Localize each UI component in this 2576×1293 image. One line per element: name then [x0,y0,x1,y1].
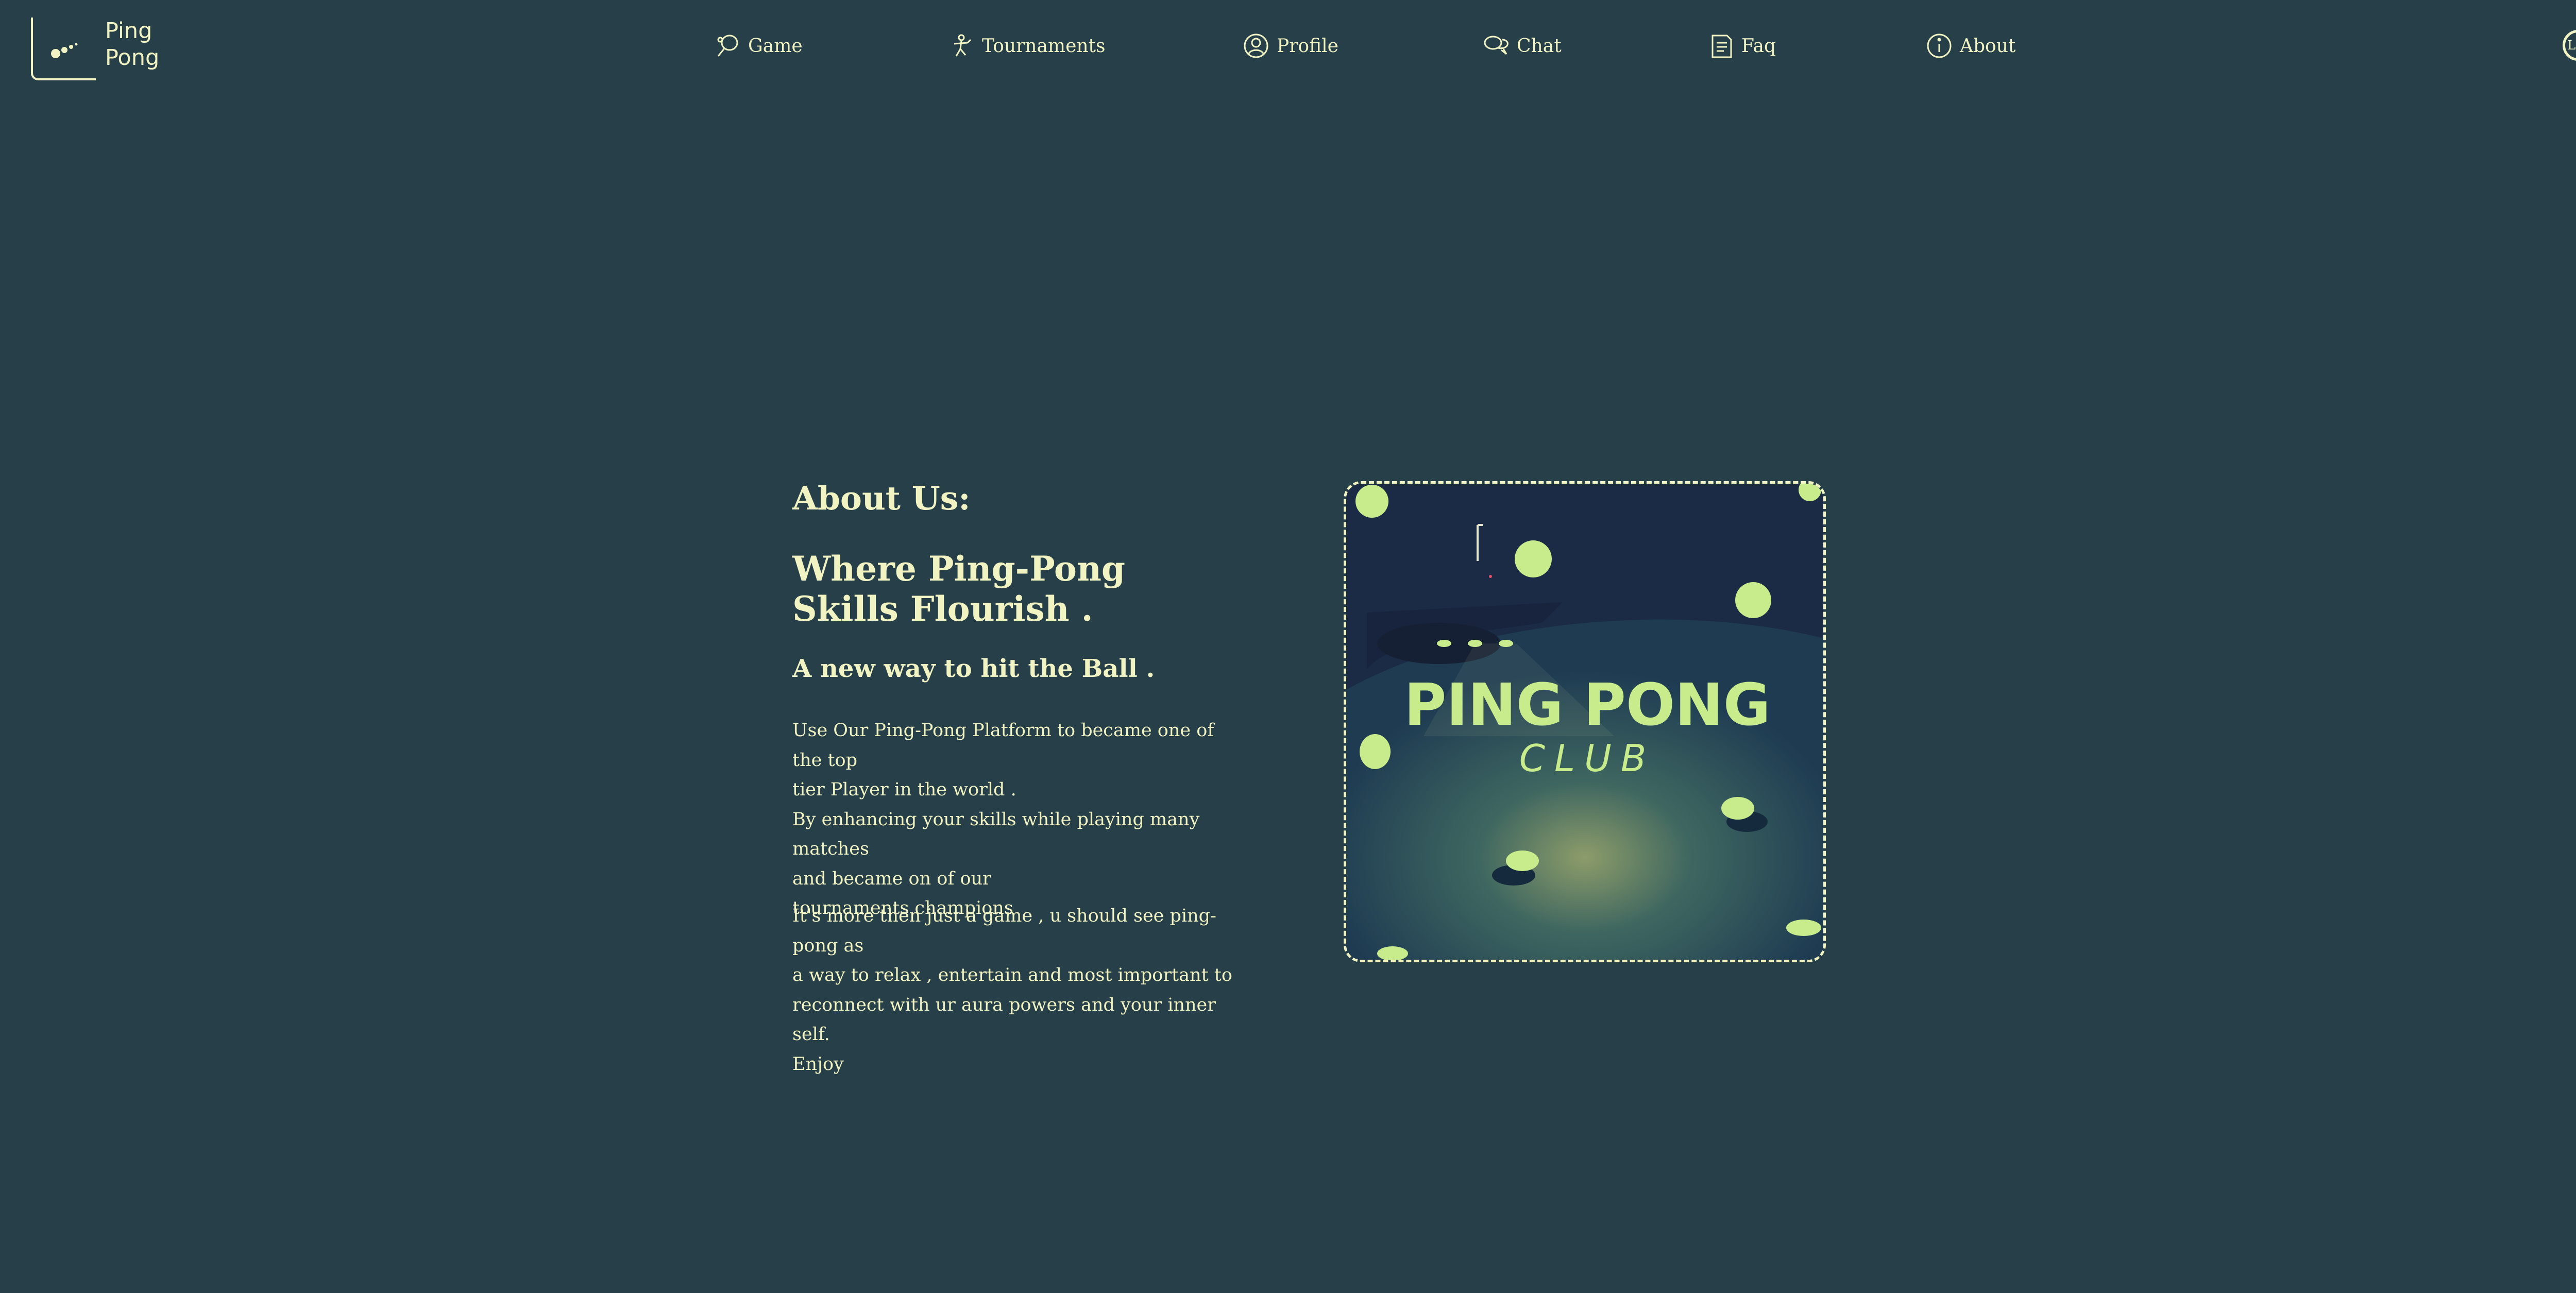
user-circle-icon [1244,33,1268,58]
nav-game[interactable]: Game [714,28,803,64]
about-paragraph-1: Use Our Ping-Pong Platform to became one… [792,716,1246,924]
nav-label: Chat [1517,35,1562,57]
paragraph-line: tier Player in the world . [792,779,1016,800]
ping-pong-club-illustration: PING PONG CLUB [1344,481,1826,962]
nav-tournaments[interactable]: Tournaments [948,28,1106,64]
document-icon [1711,35,1732,58]
nav-profile[interactable]: Profile [1243,28,1338,64]
paragraph-line: Enjoy [792,1053,844,1075]
nav-faq[interactable]: Faq [1709,28,1776,64]
about-paragraph-2: It's more then just a game , u should se… [792,901,1246,1079]
nav-label: Faq [1741,35,1776,57]
about-subheading: A new way to hit the Ball . [792,654,1155,683]
nav-label: Tournaments [982,35,1106,57]
illustration-subtitle: CLUB [1519,737,1655,780]
trophy-player-icon [954,34,972,57]
paragraph-line: reconnect with ur aura powers and your i… [792,994,1216,1045]
nav-label: Game [748,35,803,57]
info-icon [1927,33,1952,58]
paragraph-line: It's more then just a game , u should se… [792,906,1216,956]
illustration-art: PING PONG CLUB [1346,484,1823,960]
illustration-title: PING PONG [1404,672,1770,739]
paddle-icon [717,35,738,57]
paragraph-line: Use Our Ping-Pong Platform to became one… [792,720,1214,771]
nav-label: Profile [1277,35,1338,57]
paragraph-line: By enhancing your skills while playing m… [792,809,1200,860]
about-tagline: Where Ping-Pong Skills Flourish . [792,549,1126,629]
nav-chat[interactable]: Chat [1483,28,1562,64]
nav-label: About [1960,35,2016,57]
main-nav: Game Tournaments Profile Chat Faq About [0,28,2576,64]
about-heading: About Us: [792,479,971,517]
chat-bubbles-icon [1484,36,1509,55]
paragraph-line: a way to relax , entertain and most impo… [792,965,1232,985]
paragraph-line: and became on of our [792,868,991,889]
nav-about[interactable]: About [1926,28,2015,64]
